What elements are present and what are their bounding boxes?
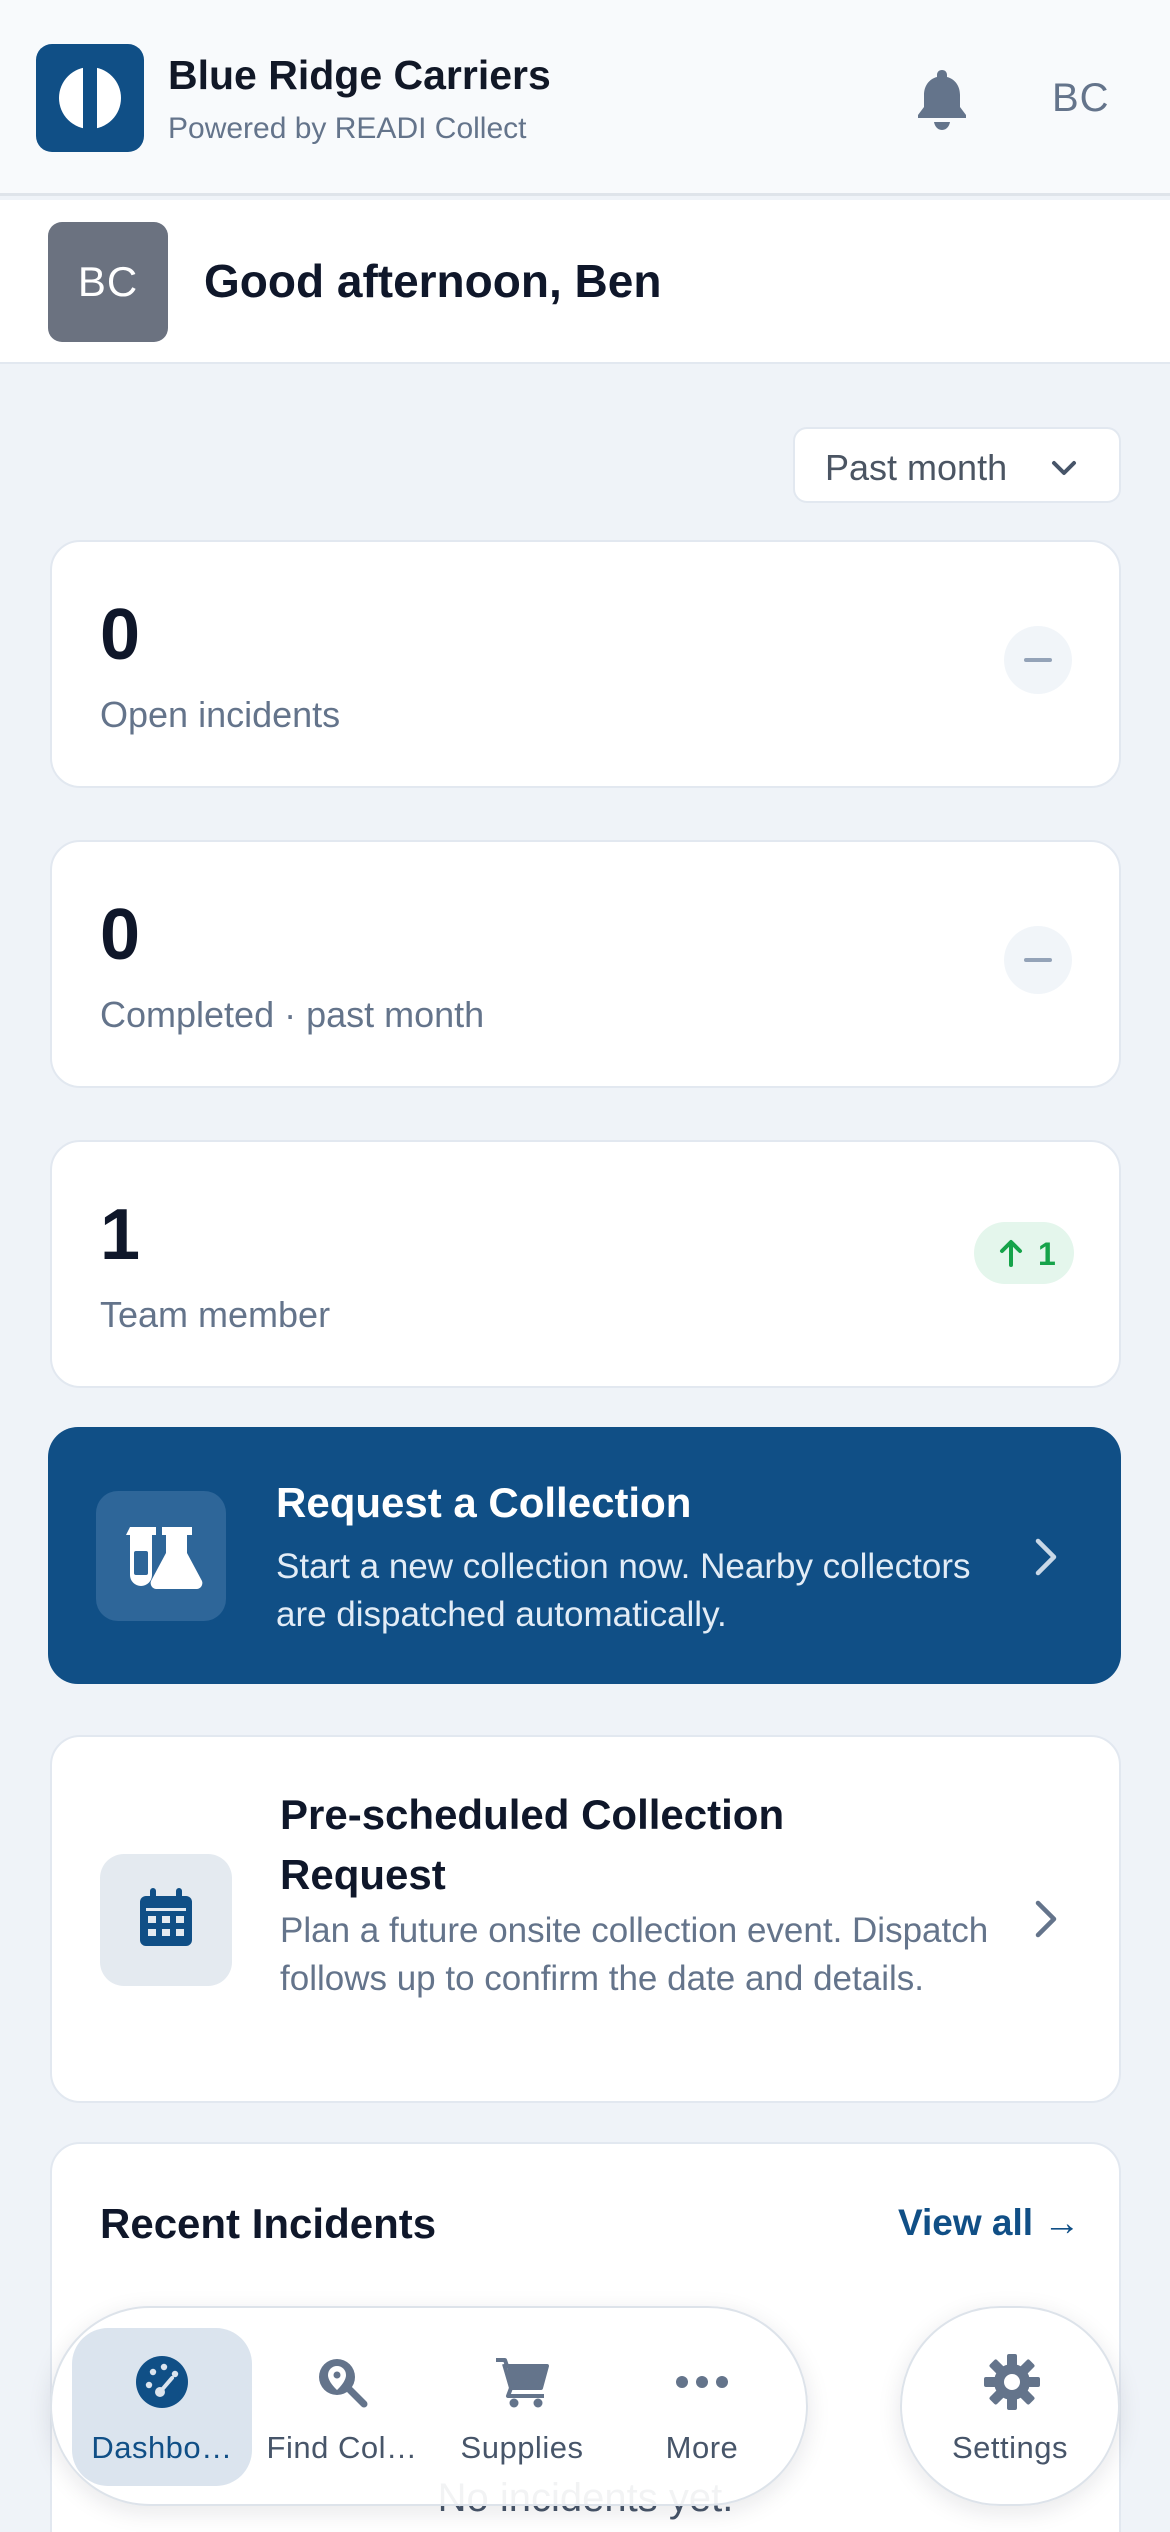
prescheduled-title: Pre-scheduled Collection Request bbox=[280, 1791, 785, 1898]
trend-badge: 1 bbox=[974, 1222, 1074, 1284]
greeting-bar: BC Good afternoon, Ben bbox=[0, 200, 1170, 364]
company-logo-icon[interactable] bbox=[36, 44, 144, 152]
powered-by-text: Powered by READI Collect bbox=[168, 112, 527, 145]
stat-card-completed[interactable]: 0 Completed · past month bbox=[50, 840, 1121, 1088]
more-dots-icon bbox=[676, 2376, 728, 2388]
prescheduled-collection-card[interactable]: Pre-scheduled Collection Request Plan a … bbox=[50, 1735, 1121, 2103]
trend-value: 1 bbox=[1038, 1236, 1056, 1272]
prescheduled-description: Plan a future onsite collection event. D… bbox=[280, 1911, 989, 1998]
nav-item-dashboard[interactable]: Dashbo… bbox=[72, 2328, 252, 2486]
notifications-bell-icon[interactable] bbox=[912, 66, 972, 130]
period-selected-value: Past month bbox=[825, 447, 1008, 488]
greeting-text: Good afternoon, Ben bbox=[204, 255, 662, 307]
chevron-right-icon bbox=[1035, 1900, 1057, 1938]
nav-label: Dashbo… bbox=[91, 2430, 233, 2465]
nav-label: Find Col… bbox=[266, 2430, 418, 2465]
search-location-icon bbox=[319, 2359, 368, 2408]
gear-icon bbox=[984, 2354, 1040, 2410]
nav-item-more[interactable]: More bbox=[612, 2328, 792, 2486]
app-header: Blue Ridge Carriers Powered by READI Col… bbox=[0, 0, 1170, 196]
nav-item-find-collector[interactable]: Find Col… bbox=[252, 2328, 432, 2486]
user-avatar[interactable]: BC bbox=[1052, 76, 1110, 121]
stat-value: 1 bbox=[100, 1195, 141, 1275]
no-change-icon bbox=[1004, 626, 1072, 694]
cart-icon bbox=[496, 2358, 549, 2408]
recent-incidents-title: Recent Incidents bbox=[100, 2200, 437, 2247]
company-name: Blue Ridge Carriers bbox=[168, 52, 551, 98]
settings-label: Settings bbox=[951, 2430, 1068, 2465]
stat-label: Team member bbox=[100, 1294, 331, 1335]
dashboard-gauge-icon bbox=[136, 2356, 188, 2408]
stat-value: 0 bbox=[100, 895, 141, 975]
stat-value: 0 bbox=[100, 595, 141, 675]
chevron-right-icon bbox=[1035, 1538, 1057, 1576]
stat-label: Open incidents bbox=[100, 694, 341, 735]
request-collection-card[interactable]: Request a Collection Start a new collect… bbox=[48, 1427, 1121, 1684]
view-all-link[interactable]: View all → bbox=[898, 2202, 1080, 2244]
arrow-up-icon bbox=[1000, 1240, 1022, 1267]
bottom-nav: Dashbo… Find Col… Supplies More bbox=[50, 2306, 808, 2506]
settings-button[interactable]: Settings bbox=[900, 2306, 1120, 2506]
stat-label: Completed · past month bbox=[100, 994, 485, 1035]
no-change-icon bbox=[1004, 926, 1072, 994]
stat-card-open-incidents[interactable]: 0 Open incidents bbox=[50, 540, 1121, 788]
nav-label: More bbox=[665, 2430, 739, 2465]
request-collection-description: Start a new collection now. Nearby colle… bbox=[276, 1547, 971, 1634]
stat-card-team-members[interactable]: 1 Team member 1 bbox=[50, 1140, 1121, 1388]
avatar: BC bbox=[48, 222, 168, 342]
request-collection-title: Request a Collection bbox=[276, 1479, 692, 1526]
calendar-icon bbox=[100, 1854, 232, 1986]
chevron-down-icon bbox=[1052, 461, 1076, 475]
period-dropdown[interactable]: Past month bbox=[793, 427, 1121, 503]
nav-item-supplies[interactable]: Supplies bbox=[432, 2328, 612, 2486]
lab-flask-icon bbox=[96, 1491, 226, 1621]
nav-label: Supplies bbox=[460, 2430, 584, 2465]
